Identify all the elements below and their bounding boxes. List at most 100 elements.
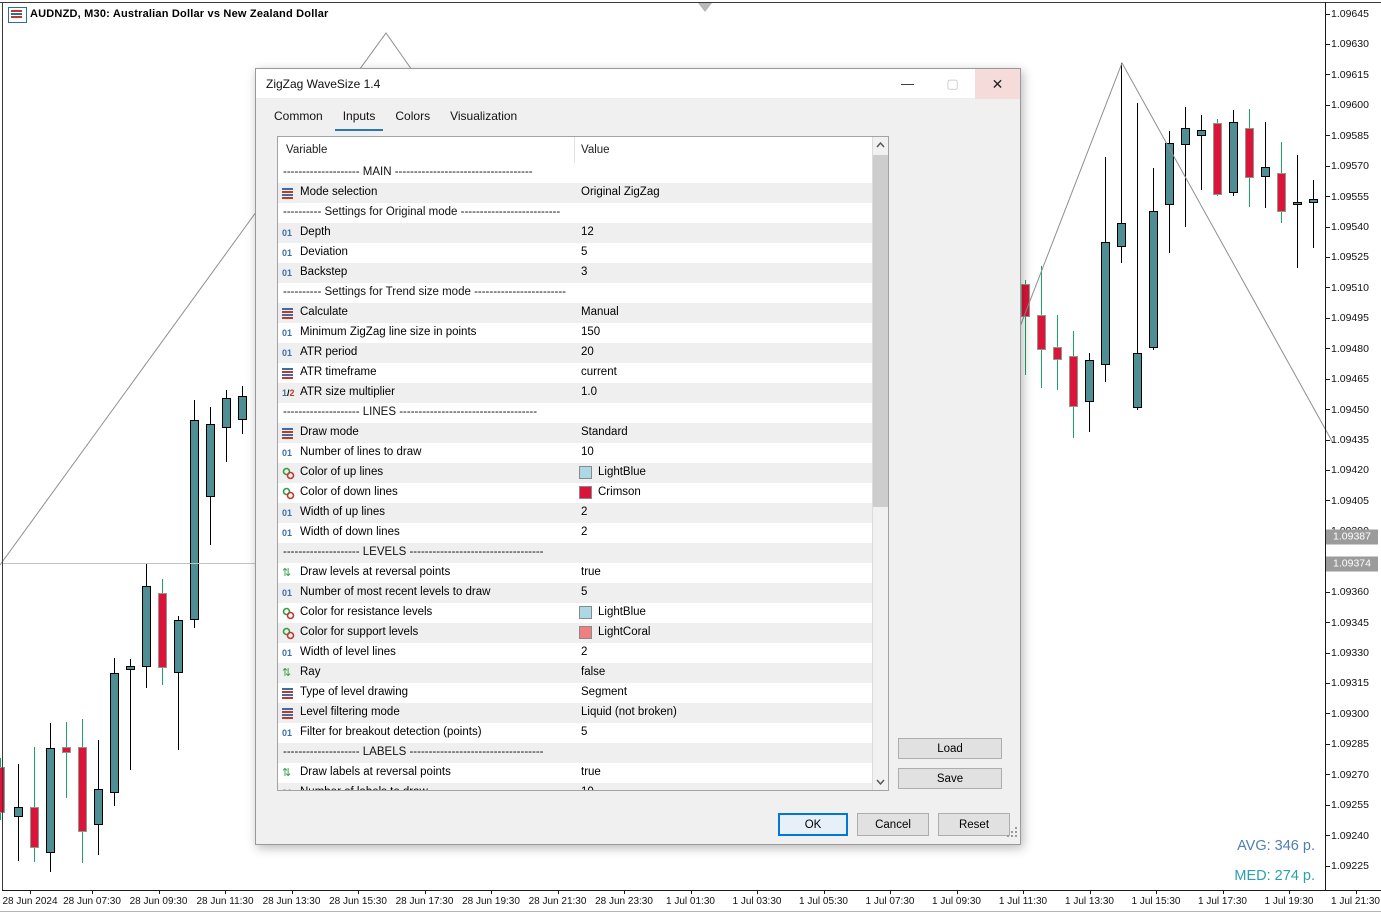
parameter-row[interactable]: 01Width of level lines2 xyxy=(278,643,872,663)
parameter-name: Mode selection xyxy=(300,186,377,198)
dialog-titlebar[interactable]: ZigZag WaveSize 1.4 — ▢ ✕ xyxy=(256,69,1020,99)
separator-row[interactable]: -------------------- LEVELS ------------… xyxy=(278,543,872,563)
parameter-value[interactable]: 2 xyxy=(581,506,587,518)
parameter-row[interactable]: Color of down linesCrimson xyxy=(278,483,872,503)
parameter-row[interactable]: Level filtering modeLiquid (not broken) xyxy=(278,703,872,723)
separator-row[interactable]: -------------------- LINES -------------… xyxy=(278,403,872,423)
separator-row[interactable]: ---------- Settings for Original mode --… xyxy=(278,203,872,223)
parameter-row[interactable]: 01Depth12 xyxy=(278,223,872,243)
parameter-value[interactable]: 1.0 xyxy=(581,386,597,398)
time-axis-label: 28 Jun 2024 xyxy=(2,896,57,907)
separator-row[interactable]: ---------- Settings for Trend size mode … xyxy=(278,283,872,303)
save-button[interactable]: Save xyxy=(898,768,1002,789)
parameter-value[interactable]: 3 xyxy=(581,266,587,278)
parameter-value[interactable]: false xyxy=(581,666,605,678)
parameter-row[interactable]: 01ATR period20 xyxy=(278,343,872,363)
parameter-row[interactable]: Type of level drawingSegment xyxy=(278,683,872,703)
parameter-value[interactable]: true xyxy=(581,766,601,778)
parameter-row[interactable]: 01Width of down lines2 xyxy=(278,523,872,543)
integer-icon: 01 xyxy=(282,787,296,791)
close-button[interactable]: ✕ xyxy=(975,69,1020,99)
parameter-row[interactable]: ⇅Draw labels at reversal pointstrue xyxy=(278,763,872,783)
parameter-row[interactable]: 01Deviation5 xyxy=(278,243,872,263)
parameter-value[interactable]: 2 xyxy=(581,646,587,658)
tab-colors[interactable]: Colors xyxy=(387,105,438,129)
maximize-button[interactable]: ▢ xyxy=(930,69,975,99)
price-tick xyxy=(1325,44,1330,45)
parameter-name: ATR period xyxy=(300,346,357,358)
time-tick xyxy=(225,890,226,894)
parameter-row[interactable]: ⇅Draw levels at reversal pointstrue xyxy=(278,563,872,583)
parameter-name: Number of lines to draw xyxy=(300,446,421,458)
parameter-row[interactable]: Mode selection Original ZigZag xyxy=(278,183,872,203)
candlestick xyxy=(1085,360,1094,402)
tab-common[interactable]: Common xyxy=(266,105,331,129)
parameter-row[interactable]: 01Number of most recent levels to draw5 xyxy=(278,583,872,603)
parameter-value[interactable]: Segment xyxy=(581,686,627,698)
parameter-value[interactable]: Manual xyxy=(581,306,619,318)
minimize-button[interactable]: — xyxy=(885,69,930,99)
parameter-row[interactable]: ATR timeframecurrent xyxy=(278,363,872,383)
ok-button[interactable]: OK xyxy=(778,813,848,836)
parameter-value[interactable]: 10 xyxy=(581,446,594,458)
resize-grip[interactable] xyxy=(1006,826,1019,839)
parameter-value[interactable]: 5 xyxy=(581,586,587,598)
price-axis-label: 1.09330 xyxy=(1331,647,1369,659)
candlestick xyxy=(142,586,151,667)
candlestick xyxy=(238,396,247,420)
scrollbar-thumb[interactable] xyxy=(873,155,888,507)
parameter-name: Color for support levels xyxy=(300,626,418,638)
parameter-row[interactable]: 01 Number of labels to draw 10 xyxy=(278,783,872,791)
parameter-value[interactable]: 12 xyxy=(581,226,594,238)
parameter-value[interactable]: current xyxy=(581,366,617,378)
parameter-value[interactable]: true xyxy=(581,566,601,578)
parameter-value[interactable]: Standard xyxy=(581,426,628,438)
parameter-value[interactable]: LightCoral xyxy=(598,626,650,638)
parameter-row[interactable]: 01Number of lines to draw10 xyxy=(278,443,872,463)
parameter-value[interactable]: 150 xyxy=(581,326,600,338)
color-swatch xyxy=(579,606,592,619)
parameter-value[interactable]: 20 xyxy=(581,346,594,358)
parameter-row[interactable]: Color for resistance levelsLightBlue xyxy=(278,603,872,623)
parameter-row[interactable]: Color of up linesLightBlue xyxy=(278,463,872,483)
tab-visualization[interactable]: Visualization xyxy=(442,105,525,129)
parameter-row[interactable]: 1/2ATR size multiplier1.0 xyxy=(278,383,872,403)
parameter-value[interactable]: 5 xyxy=(581,246,587,258)
scrollbar-down-arrow-icon[interactable] xyxy=(873,774,888,790)
price-axis-label: 1.09480 xyxy=(1331,343,1369,355)
time-tick xyxy=(558,890,559,894)
separator-row[interactable]: -------------------- MAIN --------------… xyxy=(278,163,872,183)
parameter-row[interactable]: 01Minimum ZigZag line size in points150 xyxy=(278,323,872,343)
parameter-row[interactable]: ⇅Rayfalse xyxy=(278,663,872,683)
time-tick xyxy=(30,890,31,894)
parameter-value[interactable]: 10 xyxy=(581,786,594,791)
parameter-value[interactable]: Crimson xyxy=(598,486,641,498)
reset-button[interactable]: Reset xyxy=(938,813,1010,836)
candle-wick xyxy=(1297,155,1298,268)
parameter-value[interactable]: Original ZigZag xyxy=(581,186,660,198)
scrollbar-up-arrow-icon[interactable] xyxy=(873,137,888,153)
parameter-value[interactable]: Liquid (not broken) xyxy=(581,706,677,718)
cancel-button[interactable]: Cancel xyxy=(857,813,929,836)
color-icon xyxy=(282,487,296,499)
load-button[interactable]: Load xyxy=(898,738,1002,759)
dialog-title: ZigZag WaveSize 1.4 xyxy=(266,77,380,91)
parameter-row[interactable]: 01Width of up lines2 xyxy=(278,503,872,523)
parameter-value[interactable]: LightBlue xyxy=(598,466,646,478)
parameter-value[interactable]: 2 xyxy=(581,526,587,538)
boolean-icon: ⇅ xyxy=(282,567,296,579)
tab-inputs[interactable]: Inputs xyxy=(335,105,384,131)
parameter-row[interactable]: 01Backstep3 xyxy=(278,263,872,283)
parameter-row[interactable]: Color for support levels LightCoral xyxy=(278,623,872,643)
parameter-value[interactable]: 5 xyxy=(581,726,587,738)
parameter-row[interactable]: Draw modeStandard xyxy=(278,423,872,443)
parameter-row[interactable]: CalculateManual xyxy=(278,303,872,323)
enum-icon xyxy=(282,427,296,439)
separator-row[interactable]: -------------------- LABELS ------------… xyxy=(278,743,872,763)
price-axis-label: 1.09585 xyxy=(1331,130,1369,142)
parameter-row[interactable]: 01Filter for breakout detection (points)… xyxy=(278,723,872,743)
parameter-name: Number of labels to draw xyxy=(300,786,428,791)
chart-shift-marker-icon[interactable] xyxy=(698,3,712,12)
table-scrollbar[interactable] xyxy=(872,137,888,790)
parameter-value[interactable]: LightBlue xyxy=(598,606,646,618)
